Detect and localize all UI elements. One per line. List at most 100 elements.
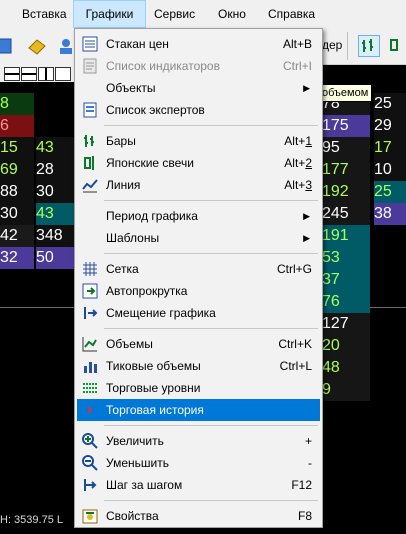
menu-item-autoscroll[interactable]: Автопрокрутка [77, 280, 320, 302]
tick-volumes-icon [82, 358, 98, 374]
menu-charts[interactable]: Графики [73, 0, 146, 28]
volume-cell: 245 [322, 203, 370, 225]
volume-cell: 53 [322, 247, 370, 269]
properties-icon [82, 508, 98, 524]
volume-cell: 43 [36, 137, 76, 159]
vertical-line-icon[interactable] [38, 67, 54, 81]
menu-item-line[interactable]: Линия Alt+3 [77, 174, 320, 196]
volume-cell: 30 [0, 203, 34, 225]
volume-cell: 177 [322, 159, 370, 181]
volume-cell: 192 [322, 181, 370, 203]
volume-cell: 9 [322, 379, 370, 401]
menu-item-chart-shift[interactable]: Смещение графика [77, 302, 320, 324]
menu-item-experts-list[interactable]: Список экспертов [77, 99, 320, 121]
menu-item-candlesticks[interactable]: Японские свечи Alt+2 [77, 152, 320, 174]
menu-item-objects[interactable]: Объекты ▶ [77, 77, 320, 99]
menu-separator [104, 328, 318, 329]
zoom-in-icon [82, 433, 98, 449]
menu-separator [104, 200, 318, 201]
menu-item-indicators-list[interactable]: Список индикаторов Ctrl+I [77, 55, 320, 77]
menu-separator [104, 500, 318, 501]
volume-cell: 28 [36, 159, 76, 181]
toolbar-candles-icon[interactable] [388, 35, 406, 55]
volume-cell: 38 [374, 203, 406, 225]
volume-cell: 15 [0, 137, 34, 159]
volume-cell: 25 [374, 181, 406, 203]
menu-insert[interactable]: Вставка [14, 0, 75, 28]
order-book-icon [82, 36, 98, 52]
menu-item-volumes[interactable]: Объемы Ctrl+K [77, 333, 320, 355]
toolbar-partial-icon[interactable] [0, 36, 14, 56]
volume-cell: 29 [374, 115, 406, 137]
menu-item-grid[interactable]: Сетка Ctrl+G [77, 258, 320, 280]
minus-icon[interactable] [21, 67, 37, 81]
menu-separator [104, 125, 318, 126]
trade-levels-icon [82, 380, 98, 396]
status-price-readout: H: 3539.75 L [0, 514, 63, 526]
toolbar-divider [347, 32, 348, 60]
menu-item-order-book[interactable]: Стакан цен Alt+B [77, 33, 320, 55]
drawing-toolbar [0, 64, 76, 82]
menu-help[interactable]: Справка [260, 0, 323, 28]
volume-cell: 191 [322, 225, 370, 247]
bars-chart-icon [82, 133, 98, 149]
volume-cell: 50 [36, 247, 76, 269]
volume-cell: 175 [322, 115, 370, 137]
volume-cell: 348 [36, 225, 76, 247]
submenu-arrow-icon: ▶ [303, 211, 310, 221]
trade-history-icon [82, 402, 98, 418]
grid-icon [82, 261, 98, 277]
volume-cell: 69 [0, 159, 34, 181]
volume-cell: 25 [374, 93, 406, 115]
toolbar-partial-label[interactable]: дер [322, 38, 342, 52]
volume-cell: 32 [0, 247, 34, 269]
volume-cell: 76 [322, 291, 370, 313]
volume-cell: 30 [36, 181, 76, 203]
step-by-step-icon [82, 477, 98, 493]
horizontal-line-icon[interactable] [4, 67, 20, 81]
menu-tools[interactable]: Сервис [146, 0, 203, 28]
submenu-arrow-icon: ▶ [303, 233, 310, 243]
menu-item-tick-volumes[interactable]: Тиковые объемы Ctrl+L [77, 355, 320, 377]
menu-item-zoom-out[interactable]: Уменьшить - [77, 452, 320, 474]
autoscroll-icon [82, 283, 98, 299]
menu-bar: Вставка Графики Сервис Окно Справка [0, 0, 406, 28]
volume-cell: 42 [0, 225, 34, 247]
menu-separator [104, 425, 318, 426]
indicators-list-icon [82, 58, 98, 74]
volume-cell: 17 [374, 137, 406, 159]
menu-separator [104, 253, 318, 254]
chart-shift-icon [82, 305, 98, 321]
menu-item-bars[interactable]: Бары Alt+1 [77, 130, 320, 152]
menu-item-step-by-step[interactable]: Шаг за шагом F12 [77, 474, 320, 496]
candlesticks-icon [82, 155, 98, 171]
volume-cell: 20 [322, 335, 370, 357]
menu-item-trade-levels[interactable]: Торговые уровни [77, 377, 320, 399]
volume-cell: 43 [36, 203, 76, 225]
volume-cell: 48 [322, 357, 370, 379]
volume-cell: 127 [322, 313, 370, 335]
volume-cell: 95 [322, 137, 370, 159]
volume-cell: 8 [0, 93, 34, 115]
toolbar-user-icon[interactable] [56, 36, 76, 56]
menu-item-zoom-in[interactable]: Увеличить + [77, 430, 320, 452]
chart-tooltip: объемом [318, 84, 373, 102]
text-icon[interactable] [55, 67, 71, 81]
menu-item-chart-period[interactable]: Период графика ▶ [77, 205, 320, 227]
volume-cell: 6 [0, 115, 34, 137]
menu-item-trade-history[interactable]: Торговая история [77, 399, 320, 421]
volume-cell: 37 [322, 269, 370, 291]
submenu-arrow-icon: ▶ [303, 83, 310, 93]
experts-list-icon [82, 102, 98, 118]
line-chart-icon [82, 177, 98, 193]
volume-cell: 10 [374, 159, 406, 181]
toolbar-bars-icon[interactable] [358, 35, 380, 57]
chart-level-line [0, 307, 80, 308]
menu-item-properties[interactable]: Свойства F8 [77, 505, 320, 527]
menu-window[interactable]: Окно [210, 0, 254, 28]
volume-cell: 88 [0, 181, 34, 203]
zoom-out-icon [82, 455, 98, 471]
charts-dropdown-menu: Стакан цен Alt+B Список индикаторов Ctrl… [74, 28, 323, 528]
menu-item-templates[interactable]: Шаблоны ▶ [77, 227, 320, 249]
toolbar-folder-icon[interactable] [27, 36, 47, 56]
